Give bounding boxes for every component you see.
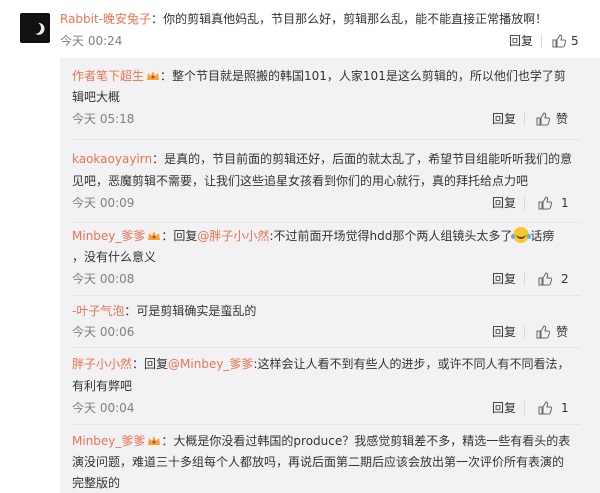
reply-text: ：回复 bbox=[161, 229, 198, 243]
reply-text: ：可是剪辑确实是蛮乱的 bbox=[124, 304, 257, 318]
comment-sep: ： bbox=[151, 12, 164, 26]
divider bbox=[70, 295, 580, 296]
reply-author[interactable]: 胖子小小然 bbox=[72, 357, 132, 371]
reply-button[interactable]: 回复 bbox=[492, 194, 516, 212]
reply-3: Minbey_爹爹 ：回复@胖子小小然:不过前面开场觉得hdd那个两人组镜头太多了… bbox=[72, 227, 554, 245]
reply-text-cont: 完整版的 bbox=[72, 476, 121, 490]
divider bbox=[524, 325, 525, 339]
reply-text: ：整个节目就是照搬的韩国101，人家101是这么剪辑的，所以他们也学了剪 bbox=[160, 69, 566, 83]
reply-6: Minbey_爹爹 ：大概是你没看过韩国的produce？我感觉剪辑差不多，精选一… bbox=[72, 432, 570, 450]
crying-laughing-emoji-icon bbox=[511, 227, 530, 243]
reply-button[interactable]: 回复 bbox=[492, 323, 516, 341]
reply-2: kaokaoyayirn：是真的，节目前面的剪辑还好，后面的就太乱了，希望节目组… bbox=[72, 150, 572, 168]
vip-crown-icon bbox=[148, 436, 161, 445]
reply-button[interactable]: 回复 bbox=[492, 399, 516, 417]
thumbs-up-icon[interactable] bbox=[552, 34, 566, 48]
divider bbox=[524, 272, 525, 286]
reply-text: 话痨 bbox=[530, 229, 555, 243]
comment-text: 你的剪辑真他妈乱，节目那么好，剪辑那么乱，能不能直接正常播放啊！ bbox=[163, 12, 548, 26]
reply-author[interactable]: 作者笔下超生 bbox=[72, 69, 144, 83]
comment-author[interactable]: Rabbit-晚安兔子 bbox=[60, 12, 151, 26]
reply-text: :这样会让人看不到有些人的进步，或许不同人有不同看法， bbox=[253, 357, 570, 371]
reply-button[interactable]: 回复 bbox=[509, 32, 533, 50]
thumbs-up-icon[interactable] bbox=[538, 401, 552, 415]
reply-5: 胖子小小然：回复@Minbey_爹爹:这样会让人看不到有些人的进步，或许不同人有… bbox=[72, 355, 569, 373]
vip-crown-icon bbox=[147, 71, 160, 80]
reply-button[interactable]: 回复 bbox=[492, 110, 516, 128]
divider bbox=[70, 222, 580, 223]
like-count: 1 bbox=[561, 401, 569, 415]
like-count: 1 bbox=[561, 196, 569, 210]
divider bbox=[70, 347, 580, 348]
mention-link[interactable]: @胖子小小然 bbox=[197, 229, 269, 243]
like-count: 5 bbox=[571, 34, 579, 48]
reply-time: 今天 00:04 bbox=[72, 401, 135, 415]
vip-crown-icon bbox=[148, 231, 161, 240]
top-comment: Rabbit-晚安兔子：你的剪辑真他妈乱，节目那么好，剪辑那么乱，能不能直接正常… bbox=[0, 0, 600, 58]
thumbs-up-icon[interactable] bbox=[536, 112, 550, 126]
divider bbox=[70, 139, 580, 140]
comment-time: 今天 00:24 bbox=[60, 34, 123, 48]
reply-time: 今天 05:18 bbox=[72, 112, 135, 126]
reply-list bbox=[60, 58, 600, 493]
reply-1: 作者笔下超生 ：整个节目就是照搬的韩国101，人家101是这么剪辑的，所以他们也学… bbox=[72, 67, 566, 85]
divider bbox=[524, 401, 525, 415]
like-label[interactable]: 赞 bbox=[556, 323, 568, 341]
reply-button[interactable]: 回复 bbox=[492, 270, 516, 288]
divider bbox=[524, 112, 525, 126]
like-label[interactable]: 赞 bbox=[556, 110, 568, 128]
reply-author[interactable]: -叶子气泡 bbox=[72, 304, 124, 318]
reply-time: 今天 00:06 bbox=[72, 325, 135, 339]
comment-body: Rabbit-晚安兔子：你的剪辑真他妈乱，节目那么好，剪辑那么乱，能不能直接正常… bbox=[60, 10, 547, 28]
reply-time: 今天 00:08 bbox=[72, 272, 135, 286]
reply-time: 今天 00:09 bbox=[72, 196, 135, 210]
reply-4: -叶子气泡：可是剪辑确实是蛮乱的 bbox=[72, 302, 256, 320]
reply-text: ：大概是你没看过韩国的produce？我感觉剪辑差不多，精选一些有看头的表 bbox=[161, 434, 571, 448]
reply-text-cont: 辑吧大概 bbox=[72, 90, 121, 104]
divider bbox=[541, 34, 542, 48]
reply-text-cont: 见吧，恶魔剪辑不需要，让我们这些追星女孩看到你们的用心就行，真的拜托给点力吧 bbox=[72, 174, 529, 188]
reply-text: :不过前面开场觉得hdd那个两人组镜头太多了 bbox=[269, 229, 513, 243]
moon-icon bbox=[27, 20, 42, 35]
reply-author[interactable]: Minbey_爹爹 bbox=[72, 434, 145, 448]
reply-text: ：是真的，节目前面的剪辑还好，后面的就太乱了，希望节目组能听听我们的意 bbox=[152, 152, 573, 166]
reply-text-cont: 演没问题，难道三十多组每个人都放吗，再说后面第二期后应该会放出第一次评价所有表演… bbox=[72, 455, 565, 469]
thumbs-up-icon[interactable] bbox=[538, 196, 552, 210]
reply-text-cont: ，没有什么意义 bbox=[72, 250, 157, 264]
divider bbox=[70, 424, 580, 425]
reply-text: ：回复 bbox=[132, 357, 169, 371]
mention-link[interactable]: @Minbey_爹爹 bbox=[168, 357, 253, 371]
reply-text-cont: 有利有弊吧 bbox=[72, 379, 133, 393]
reply-author[interactable]: kaokaoyayirn bbox=[72, 152, 152, 166]
thumbs-up-icon[interactable] bbox=[538, 272, 552, 286]
like-count: 2 bbox=[561, 272, 569, 286]
thumbs-up-icon[interactable] bbox=[536, 325, 550, 339]
divider bbox=[524, 196, 525, 210]
reply-author[interactable]: Minbey_爹爹 bbox=[72, 229, 145, 243]
user-avatar[interactable] bbox=[20, 13, 50, 43]
